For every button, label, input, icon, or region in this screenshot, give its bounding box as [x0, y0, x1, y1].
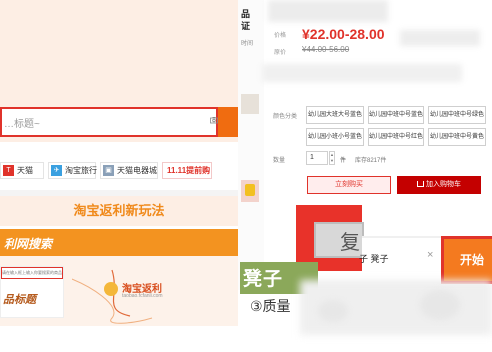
add-to-cart-button[interactable]: 加入购物车: [397, 176, 481, 194]
blurred-area: [420, 290, 460, 320]
color-label: 颜色分类: [273, 114, 298, 120]
add-to-cart-label: 加入购物车: [426, 181, 461, 188]
tmall-electronics-icon: ▣: [103, 165, 114, 176]
price: ¥22.00-28.00: [302, 26, 385, 42]
blurred-area: [400, 30, 480, 46]
quantity-input[interactable]: 1: [306, 151, 328, 165]
category-label: 凳子: [243, 269, 284, 290]
mini-title: 品标题: [3, 294, 36, 306]
option-1[interactable]: 幼儿园中班中号蓝色: [368, 106, 424, 124]
product-thumbnail[interactable]: [241, 94, 259, 114]
zoom-query-text: 子 凳子: [359, 254, 389, 264]
quality-label: ③质量: [250, 298, 291, 314]
quick-link-label: 天猫: [17, 166, 33, 175]
start-search-label: 开始: [460, 253, 485, 267]
blurred-area: [318, 300, 348, 322]
stock-count: 库存8217件: [355, 158, 387, 164]
blurred-area: [268, 0, 388, 22]
mini-tutorial: 请在输入框上输入你要搜索的商品标题 品标题: [0, 266, 64, 318]
quick-links: T 天猫 ✈ 淘宝旅行 ▣ 天猫电器城 11.11提前购: [0, 160, 238, 182]
cart-icon: [417, 181, 424, 187]
tmall-icon: T: [3, 165, 14, 176]
promo-link[interactable]: 11.11提前购: [162, 162, 212, 179]
zoom-gray-text: 复: [340, 232, 360, 254]
quick-link-tmall-electronics[interactable]: ▣ 天猫电器城: [100, 162, 158, 179]
camera-icon[interactable]: [210, 116, 218, 127]
option-0[interactable]: 幼儿园大班大号蓝色: [306, 106, 364, 124]
product-thumbnail[interactable]: [241, 180, 259, 202]
quantity-stepper[interactable]: ▲ ▼: [329, 151, 335, 165]
price-label: 价格: [274, 33, 287, 39]
quick-link-label: 淘宝旅行: [65, 166, 97, 175]
mini-search-input: 请在输入框上输入你要搜索的商品标题: [1, 267, 63, 279]
orig-price-label: 原价: [274, 50, 287, 56]
quantity-label: 数量: [273, 158, 286, 164]
section-title: 淘宝返利新玩法: [0, 196, 238, 226]
option-3[interactable]: 幼儿园小班小号蓝色: [306, 128, 364, 146]
mini-url: taobao.fcfanli.com: [122, 293, 163, 299]
left-panel: …标题~ T 天猫 ✈ 淘宝旅行 ▣ 天猫电器城 11.11提前购 淘宝返利新玩…: [0, 0, 238, 352]
option-2[interactable]: 幼儿园中班中号绿色: [428, 106, 486, 124]
clear-icon[interactable]: ×: [427, 249, 433, 261]
option-4[interactable]: 幼儿园中班中号红色: [368, 128, 424, 146]
search-placeholder: …标题~: [4, 119, 40, 130]
banner-text: 利网搜索: [4, 237, 53, 251]
mascot-icon: [104, 282, 118, 296]
quick-link-tmall[interactable]: T 天猫: [0, 162, 44, 179]
time-label: 时间: [241, 41, 254, 47]
quick-link-label: 天猫电器城: [117, 166, 157, 175]
search-input[interactable]: …标题~: [0, 107, 218, 137]
quick-link-travel[interactable]: ✈ 淘宝旅行: [48, 162, 97, 179]
center-label-1: 品: [241, 9, 251, 19]
buy-now-button[interactable]: 立刻购买: [307, 176, 391, 194]
search-button[interactable]: [218, 107, 238, 137]
option-5[interactable]: 幼儿园中班中号黄色: [428, 128, 486, 146]
lock-icon: [245, 184, 255, 196]
center-label: 品 证 时间: [241, 8, 253, 50]
banner: 利网搜索: [0, 229, 238, 256]
orig-price: ¥44.00-56.00: [302, 45, 350, 54]
blurred-area: [262, 64, 462, 82]
center-label-2: 证: [241, 21, 251, 31]
travel-icon: ✈: [51, 165, 62, 176]
quantity-unit: 件: [340, 158, 347, 164]
